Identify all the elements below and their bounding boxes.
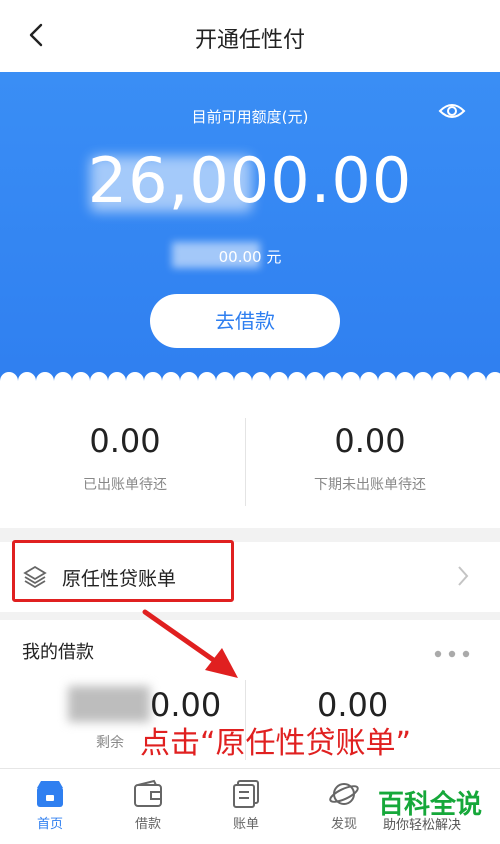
stat-label: 已出账单待还 <box>83 477 167 493</box>
stat-billed[interactable]: 0.00 已出账单待还 <box>0 390 250 528</box>
annotation-text: 点击“原任性贷账单” <box>140 726 412 761</box>
top-bar: 开通任性付 <box>0 0 500 72</box>
tab-label: 账单 <box>232 817 259 832</box>
tab-bills[interactable]: 账单 <box>196 769 296 844</box>
stat-label: 下期未出账单待还 <box>314 477 426 493</box>
tab-label: 首页 <box>36 817 63 832</box>
shop-icon <box>37 781 63 807</box>
tab-home[interactable]: 首页 <box>0 769 100 844</box>
my-loans-title: 我的借款 <box>22 642 94 663</box>
divider <box>245 418 246 506</box>
tab-borrow[interactable]: 借款 <box>98 769 198 844</box>
more-icon[interactable] <box>434 650 470 658</box>
wave-edge <box>0 372 500 390</box>
credit-card-panel: 目前可用额度(元) 26,000.00 00.00 元 去借款 <box>0 72 500 390</box>
repayment-stats: 0.00 已出账单待还 0.00 下期未出账单待还 <box>0 390 500 528</box>
privacy-blur <box>172 242 260 268</box>
chevron-right-icon <box>458 566 469 586</box>
privacy-blur <box>68 686 150 722</box>
available-credit-label: 目前可用额度(元) <box>191 108 309 126</box>
stat-value: 0.00 <box>89 422 161 460</box>
highlight-box <box>12 540 234 602</box>
tab-label: 借款 <box>134 817 161 832</box>
watermark-subtitle: 助你轻松解决 <box>383 818 462 833</box>
stat-value: 0.00 <box>334 422 406 460</box>
eye-icon[interactable] <box>438 102 466 120</box>
bill-icon <box>233 780 259 808</box>
stat-unbilled[interactable]: 0.00 下期未出账单待还 <box>245 390 495 528</box>
page-title: 开通任性付 <box>194 28 305 53</box>
privacy-blur <box>90 156 252 212</box>
loan-label: 剩余 <box>96 735 124 751</box>
borrow-button[interactable]: 去借款 <box>150 294 340 348</box>
wallet-icon <box>134 779 162 807</box>
planet-icon <box>329 783 359 805</box>
